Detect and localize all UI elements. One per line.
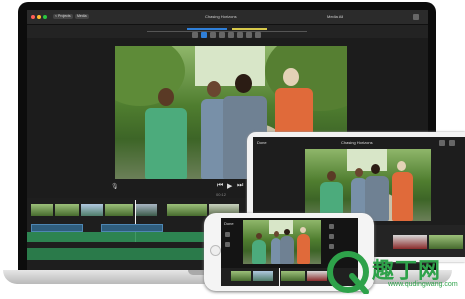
phone-video-viewer[interactable] (243, 220, 321, 264)
timeline-clip[interactable] (307, 271, 327, 281)
filter-icon[interactable] (255, 32, 261, 38)
tablet-project-title: Chasing Horizons (341, 140, 373, 145)
person-head (327, 171, 336, 181)
phone-settings-icon[interactable] (225, 232, 230, 237)
zoom-window-icon[interactable] (43, 15, 47, 19)
person-head (256, 233, 262, 239)
projects-back-button[interactable]: < Projects (53, 14, 73, 19)
timeline-clip[interactable] (393, 235, 427, 249)
foliage (115, 46, 185, 106)
tablet-video-viewer[interactable] (305, 149, 431, 221)
media-all-label[interactable]: Media All (327, 14, 343, 20)
playhead[interactable] (279, 268, 280, 286)
person-head (397, 161, 406, 171)
timecode: 00:12 (216, 192, 227, 197)
speed-icon[interactable] (246, 32, 252, 38)
timeline-clip[interactable] (31, 204, 53, 216)
timeline-clip[interactable] (281, 271, 305, 281)
adjustments-bar (27, 25, 428, 38)
brightness-slider[interactable] (232, 28, 267, 30)
timeline-clip[interactable] (81, 204, 103, 216)
watermark-url: www.qudingwang.com (388, 281, 458, 288)
adjust-track (147, 31, 307, 32)
crop-icon[interactable] (210, 32, 216, 38)
tablet-settings-icon[interactable] (449, 140, 455, 146)
timeline-clip[interactable] (135, 204, 157, 216)
phone-share-icon[interactable] (329, 224, 334, 229)
skip-forward-icon[interactable]: ⏭ (237, 182, 243, 190)
microphone-icon[interactable]: 🎙 (111, 183, 119, 190)
timeline-clip[interactable] (429, 235, 463, 249)
person-head (235, 74, 252, 93)
phone-music-icon[interactable] (329, 244, 334, 249)
color-slider[interactable] (187, 28, 227, 30)
color-balance-icon[interactable] (192, 32, 198, 38)
watermark-logo-icon (327, 251, 369, 294)
person-body (145, 108, 187, 179)
person-body (392, 172, 413, 221)
person-head (371, 164, 380, 174)
person-head (300, 227, 306, 233)
stabilization-icon[interactable] (219, 32, 225, 38)
phone-audio-icon[interactable] (329, 234, 334, 239)
tablet-done-button[interactable]: Done (257, 140, 267, 145)
timeline-clip[interactable] (55, 204, 79, 216)
person-head (355, 168, 363, 177)
share-icon[interactable] (413, 14, 419, 20)
title-clip[interactable] (31, 224, 83, 232)
person-body (280, 236, 294, 264)
title-clip[interactable] (101, 224, 163, 232)
skip-back-icon[interactable]: ⏮ (217, 182, 223, 190)
minimize-window-icon[interactable] (37, 15, 41, 19)
person-head (274, 231, 279, 237)
timeline-clip[interactable] (253, 271, 273, 281)
phone-help-icon[interactable] (225, 242, 230, 247)
tablet-share-icon[interactable] (439, 140, 445, 146)
color-correction-icon[interactable] (201, 32, 207, 38)
project-title: Chasing Horizons (205, 14, 237, 19)
person-body (252, 240, 266, 264)
person-head (283, 68, 299, 86)
timeline-clip[interactable] (105, 204, 133, 216)
person-head (207, 81, 221, 97)
person-head (284, 229, 290, 235)
timeline-clip[interactable] (231, 271, 251, 281)
person-head (158, 88, 174, 106)
imovie-toolbar: < Projects Media Chasing Horizons Media … (27, 10, 428, 25)
phone-done-button[interactable]: Done (224, 221, 234, 226)
volume-icon[interactable] (228, 32, 234, 38)
sky-area (347, 149, 387, 171)
close-window-icon[interactable] (31, 15, 35, 19)
noise-reduction-icon[interactable] (237, 32, 243, 38)
sky-area (195, 46, 265, 86)
phone-home-button[interactable] (210, 245, 221, 256)
person-body (297, 234, 310, 264)
media-tab[interactable]: Media (75, 14, 89, 19)
timeline-clip[interactable] (167, 204, 207, 216)
play-icon[interactable]: ▶ (227, 182, 232, 190)
